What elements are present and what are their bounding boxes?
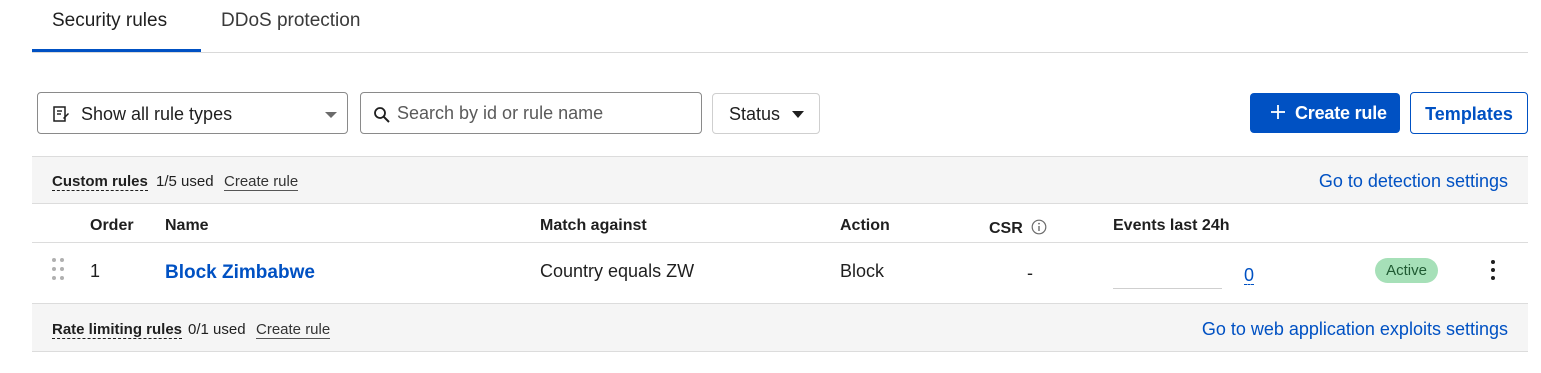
rate-limiting-rules-usage: 0/1 used [188, 321, 246, 338]
active-tab-indicator [32, 49, 201, 52]
status-filter-label: Status [729, 104, 781, 124]
create-rule-label: Create rule [1295, 103, 1387, 123]
info-icon[interactable] [1031, 219, 1047, 239]
row-order: 1 [90, 261, 101, 281]
plus-icon [1270, 99, 1286, 131]
table-header-divider [32, 242, 1528, 243]
col-csr: CSR [989, 217, 1047, 238]
search-icon [373, 106, 391, 129]
status-filter-button[interactable]: Status [712, 93, 820, 134]
custom-rules-header: Custom rules 1/5 used Create rule Go to … [32, 156, 1528, 204]
col-action: Action [840, 217, 890, 234]
rule-type-select[interactable]: Show all rule types [37, 92, 348, 134]
col-events-last-24h: Events last 24h [1113, 217, 1230, 234]
search-field[interactable] [360, 92, 702, 134]
row-csr: - [1027, 263, 1033, 283]
tab-bar: Security rules DDoS protection [32, 0, 1528, 53]
custom-rules-title: Custom rules [52, 173, 148, 191]
caret-down-icon [792, 111, 804, 118]
web-app-exploits-settings-link[interactable]: Go to web application exploits settings [1202, 319, 1508, 340]
rule-type-icon [52, 105, 70, 128]
custom-create-rule-link[interactable]: Create rule [224, 174, 299, 191]
status-badge: Active [1375, 258, 1438, 283]
col-name: Name [165, 217, 209, 234]
custom-rules-usage: 1/5 used [156, 173, 214, 190]
templates-label: Templates [1425, 104, 1513, 124]
rate-limiting-rules-title: Rate limiting rules [52, 321, 183, 339]
events-sparkline [1113, 288, 1222, 289]
rule-type-label: Show all rule types [81, 104, 233, 124]
tab-ddos-protection[interactable]: DDoS protection [221, 10, 360, 32]
kebab-menu-icon[interactable] [1486, 258, 1500, 282]
tab-security-rules[interactable]: Security rules [52, 10, 167, 32]
rate-create-rule-link[interactable]: Create rule [256, 322, 331, 339]
col-match-against: Match against [540, 217, 647, 234]
row-match-against: Country equals ZW [540, 261, 695, 281]
templates-button[interactable]: Templates [1410, 92, 1528, 134]
search-input[interactable] [397, 101, 687, 125]
rate-limiting-rules-header: Rate limiting rules 0/1 used Create rule… [32, 303, 1528, 352]
caret-down-icon [325, 112, 337, 118]
row-action: Block [840, 261, 885, 281]
create-rule-button[interactable]: Create rule [1250, 93, 1400, 133]
col-order: Order [90, 217, 134, 234]
col-csr-label: CSR [989, 220, 1023, 237]
row-events-count[interactable]: 0 [1244, 266, 1255, 285]
detection-settings-link[interactable]: Go to detection settings [1319, 171, 1508, 192]
rule-name-link[interactable]: Block Zimbabwe [165, 262, 315, 284]
